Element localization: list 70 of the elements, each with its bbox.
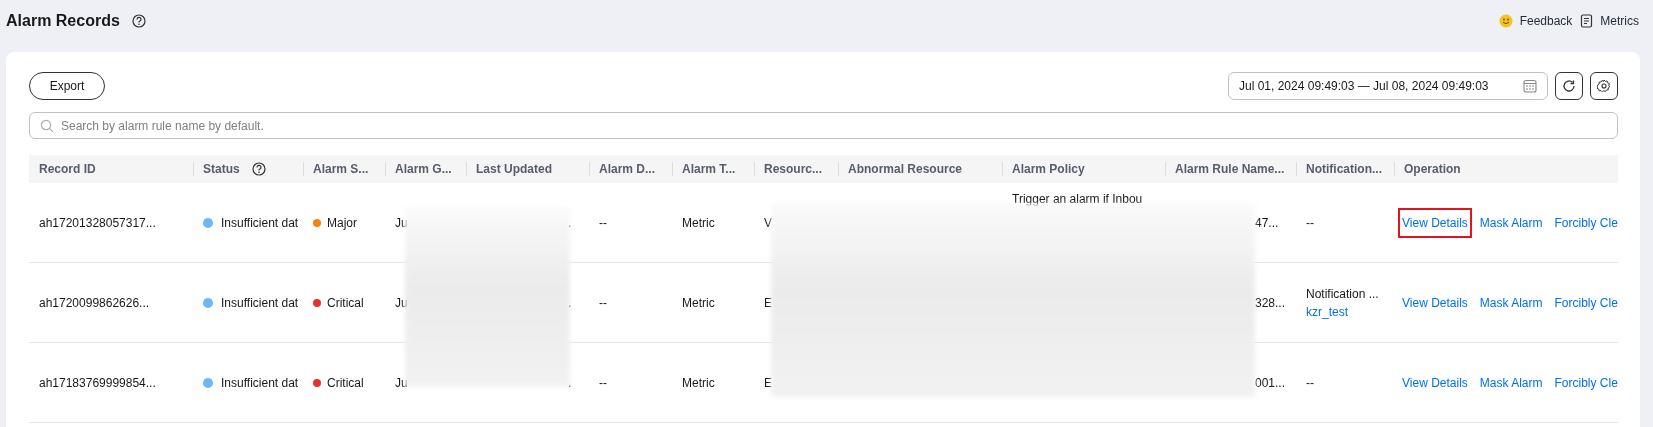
table-cell: -- — [599, 295, 607, 310]
date-range-field[interactable]: Jul 01, 2024 09:49:03 — Jul 08, 2024 09:49:03 — [1228, 72, 1548, 100]
table-cell: Major — [327, 215, 357, 230]
table-cell: 328... — [1255, 295, 1286, 310]
table-cell: Ju — [395, 215, 408, 230]
help-icon[interactable] — [131, 14, 146, 28]
column-header: Record ID — [39, 162, 96, 176]
table-cell: Insufficient dat — [221, 215, 299, 230]
column-header: Status — [203, 162, 240, 176]
column-header: Notification... — [1306, 162, 1382, 176]
table-cell: Insufficient dat — [221, 375, 299, 390]
table-cell: E — [764, 295, 772, 310]
operation-link[interactable]: View Details — [1398, 367, 1472, 398]
table-cell: -- — [599, 215, 607, 230]
table-cell: . — [568, 215, 572, 230]
table-cell: Notification ... — [1306, 286, 1379, 301]
table-cell: 001... — [1255, 375, 1286, 390]
operation-link[interactable]: Mask Alarm — [1475, 287, 1547, 318]
operation-link[interactable]: Mask Alarm — [1475, 367, 1547, 398]
table-cell: -- — [1306, 215, 1314, 230]
operation-link[interactable]: View Details — [1398, 287, 1472, 318]
table-cell: -- — [1306, 375, 1314, 390]
refresh-button[interactable] — [1555, 72, 1583, 100]
page-title: Alarm Records — [6, 12, 120, 30]
help-icon[interactable] — [251, 162, 266, 176]
operation-link[interactable]: Forcibly Cle — [1550, 367, 1622, 398]
column-header: Operation — [1404, 162, 1461, 176]
table-cell: Metric — [682, 215, 715, 230]
operation-link[interactable]: Forcibly Cle — [1550, 287, 1622, 318]
calendar-icon — [1523, 79, 1537, 93]
table-cell: Metric — [682, 375, 715, 390]
column-header: Resourc... — [764, 162, 823, 176]
table-cell: Insufficient dat — [221, 295, 299, 310]
table-cell: ah17183769999854... — [39, 375, 156, 390]
operation-link[interactable]: Forcibly Cle — [1550, 207, 1622, 238]
table-cell: Trigger an alarm if Inbou — [1012, 192, 1143, 206]
operation-link[interactable]: Mask Alarm — [1475, 207, 1547, 238]
table-cell: Critical — [327, 375, 364, 390]
table-cell: Ju — [395, 295, 408, 310]
search-icon — [40, 119, 54, 133]
table-cell: . — [568, 295, 572, 310]
refresh-icon — [1562, 79, 1576, 93]
table-cell: ah1720099862626... — [39, 295, 150, 310]
notification-link[interactable]: kzr_test — [1306, 304, 1348, 319]
column-header: Alarm G... — [395, 162, 452, 176]
gear-icon — [1597, 79, 1611, 93]
column-header: Alarm D... — [599, 162, 655, 176]
operation-link[interactable]: View Details — [1398, 207, 1472, 238]
table-cell: -- — [599, 375, 607, 390]
table-cell: V — [764, 215, 772, 230]
export-button[interactable]: Export — [29, 72, 105, 100]
table-cell: 47... — [1255, 215, 1279, 230]
document-icon — [1580, 14, 1594, 28]
smiley-icon — [1498, 14, 1513, 28]
table-cell: ah17201328057317... — [39, 215, 156, 230]
table-cell: . — [568, 375, 572, 390]
settings-button[interactable] — [1590, 72, 1618, 100]
table-cell: Metric — [682, 295, 715, 310]
column-header: Abnormal Resource — [848, 162, 963, 176]
column-header: Alarm S... — [313, 162, 369, 176]
header-link[interactable]: Feedback — [1498, 14, 1573, 28]
column-header: Alarm T... — [682, 162, 736, 176]
search-field[interactable]: Search by alarm rule name by default. — [29, 112, 1618, 139]
header-link[interactable]: Metrics — [1580, 14, 1639, 28]
column-header: Last Updated — [476, 162, 552, 176]
table-cell: Ju — [395, 375, 408, 390]
column-header: Alarm Rule Name... — [1175, 162, 1285, 176]
table-cell: Critical — [327, 295, 364, 310]
column-header: Alarm Policy — [1012, 162, 1085, 176]
table-cell: E — [764, 375, 772, 390]
